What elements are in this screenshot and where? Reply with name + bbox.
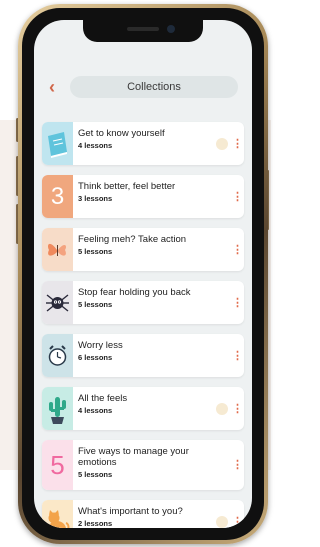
header-bar: ‹ Collections (34, 74, 252, 102)
phone-bezel: ‹ Collections Get to know yourself 4 les… (22, 8, 264, 540)
lesson-count: 5 lessons (78, 470, 113, 479)
more-options-icon[interactable]: ⋮ (232, 350, 243, 362)
progress-indicator (216, 515, 228, 528)
more-options-icon[interactable]: ⋮ (232, 191, 243, 203)
front-camera (167, 25, 175, 33)
more-options-icon[interactable]: ⋮ (232, 459, 243, 471)
app-screen: ‹ Collections Get to know yourself 4 les… (34, 20, 252, 528)
thumbnail-number: 3 (50, 183, 65, 210)
cactus-icon (49, 397, 66, 424)
book-icon (48, 132, 67, 158)
collection-thumbnail (42, 228, 73, 271)
lesson-count: 6 lessons (78, 353, 113, 362)
collection-thumbnail (42, 122, 73, 165)
collection-card[interactable]: 5 Five ways to manage your emotions 5 le… (42, 440, 244, 490)
progress-indicator (216, 402, 228, 415)
lesson-count: 2 lessons (78, 519, 113, 528)
lesson-count: 4 lessons (78, 141, 113, 150)
spider-icon (46, 294, 69, 312)
thumbnail-number: 5 (50, 450, 65, 480)
collection-thumbnail (42, 387, 73, 430)
collection-title: Five ways to manage your emotions (78, 446, 189, 468)
more-options-icon[interactable]: ⋮ (232, 403, 243, 415)
collection-title: All the feels (78, 393, 128, 404)
collection-thumbnail (42, 500, 73, 528)
notch (83, 20, 203, 42)
more-options-icon[interactable]: ⋮ (232, 297, 243, 309)
collection-card[interactable]: Feeling meh? Take action 5 lessons ⋮ (42, 228, 244, 271)
page-title: Collections (70, 76, 238, 98)
collection-card[interactable]: All the feels 4 lessons ⋮ (42, 387, 244, 430)
collection-title: Feeling meh? Take action (78, 234, 187, 245)
collection-title: What's important to you? (78, 506, 183, 517)
lesson-count: 5 lessons (78, 247, 113, 256)
collection-thumbnail (42, 281, 73, 324)
collection-thumbnail (42, 334, 73, 377)
lesson-count: 3 lessons (78, 194, 113, 203)
collection-card[interactable]: What's important to you? 2 lessons ⋮ (42, 500, 244, 528)
chevron-left-icon[interactable]: ‹ (42, 77, 62, 97)
collection-title: Stop fear holding you back (78, 287, 191, 298)
lesson-count: 4 lessons (78, 406, 113, 415)
collections-list: Get to know yourself 4 lessons ⋮ 3 Think… (42, 122, 244, 528)
collection-title: Get to know yourself (78, 128, 165, 139)
collection-thumbnail: 3 (42, 175, 73, 218)
collection-card[interactable]: 3 Think better, feel better 3 lessons ⋮ (42, 175, 244, 218)
collection-card[interactable]: Stop fear holding you back 5 lessons ⋮ (42, 281, 244, 324)
phone-frame: ‹ Collections Get to know yourself 4 les… (18, 4, 268, 544)
speaker-grille (127, 27, 159, 31)
more-options-icon[interactable]: ⋮ (232, 138, 243, 150)
collection-title: Think better, feel better (78, 181, 176, 192)
collection-thumbnail: 5 (42, 440, 73, 490)
cat-icon (48, 510, 70, 528)
collection-card[interactable]: Worry less 6 lessons ⋮ (42, 334, 244, 377)
butterfly-icon (47, 243, 67, 256)
alarm-clock-icon (48, 345, 67, 366)
more-options-icon[interactable]: ⋮ (232, 244, 243, 256)
more-options-icon[interactable]: ⋮ (232, 516, 243, 528)
collection-card[interactable]: Get to know yourself 4 lessons ⋮ (42, 122, 244, 165)
lesson-count: 5 lessons (78, 300, 113, 309)
progress-indicator (216, 137, 228, 150)
collection-title: Worry less (78, 340, 123, 351)
